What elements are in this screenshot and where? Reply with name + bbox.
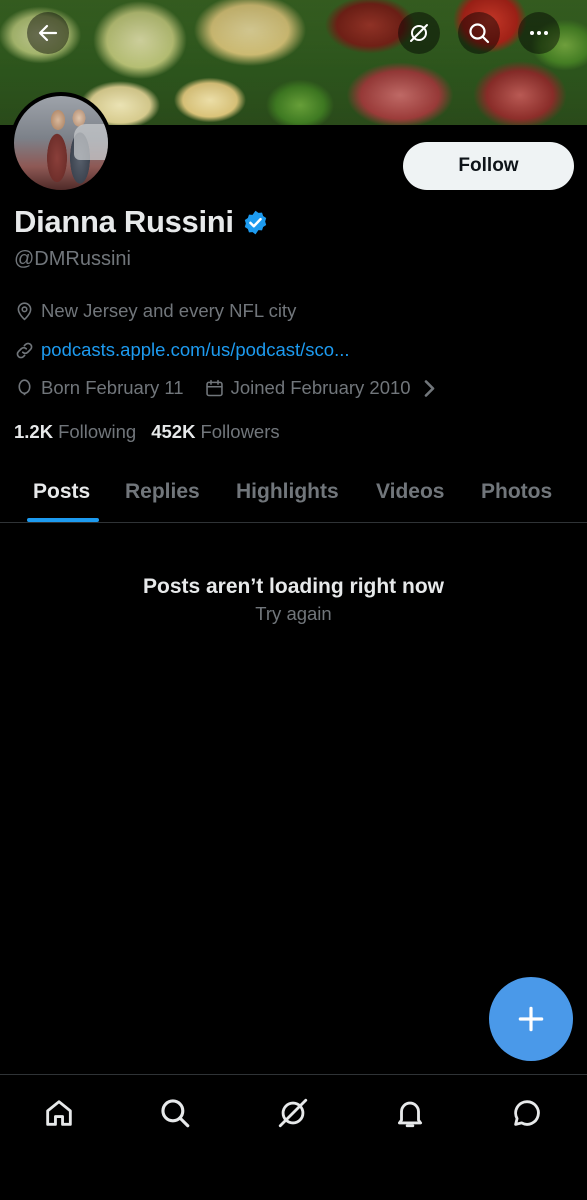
- nav-search[interactable]: [155, 1093, 195, 1133]
- grok-button[interactable]: [398, 12, 440, 54]
- verified-badge-icon[interactable]: [242, 209, 269, 236]
- born-text: Born February 11: [41, 377, 184, 398]
- more-icon: [530, 31, 548, 35]
- tab-highlights[interactable]: Highlights: [236, 460, 339, 523]
- tab-replies[interactable]: Replies: [125, 460, 200, 523]
- tab-posts[interactable]: Posts: [33, 460, 90, 523]
- followers-stat[interactable]: 452K Followers: [151, 421, 279, 443]
- followers-label: Followers: [200, 421, 280, 442]
- home-icon: [46, 1100, 72, 1126]
- back-arrow-icon: [38, 24, 58, 42]
- profile-page: Follow Dianna Russini @DMRussini New Jer…: [0, 0, 587, 1200]
- bottom-navigation: [0, 1074, 587, 1200]
- messages-icon: [514, 1100, 540, 1126]
- location-row: New Jersey and every NFL city: [14, 300, 296, 322]
- link-icon: [16, 342, 33, 358]
- profile-name-row: Dianna Russini: [14, 204, 269, 240]
- calendar-icon: [205, 379, 223, 396]
- chevron-right-icon[interactable]: [419, 378, 440, 399]
- avatar-photo-detail: [74, 124, 108, 160]
- follow-button[interactable]: Follow: [403, 142, 574, 190]
- nav-home[interactable]: [39, 1093, 79, 1133]
- tab-photos[interactable]: Photos: [481, 460, 552, 523]
- grok-icon: [278, 1098, 308, 1128]
- location-pin-icon: [17, 301, 32, 320]
- display-name: Dianna Russini: [14, 204, 234, 239]
- joined-text[interactable]: Joined February 2010: [231, 377, 411, 399]
- nav-notifications[interactable]: [390, 1093, 430, 1133]
- profile-handle: @DMRussini: [14, 248, 131, 270]
- following-count: 1.2K: [14, 421, 54, 442]
- feed-error-title: Posts aren’t loading right now: [142, 575, 444, 598]
- back-button[interactable]: [27, 12, 69, 54]
- search-icon: [161, 1099, 190, 1128]
- dates-row: Born February 11 Joined February 2010: [14, 377, 446, 399]
- avatar[interactable]: [10, 92, 112, 194]
- balloon-icon: [18, 378, 31, 395]
- try-again-link[interactable]: Try again: [0, 603, 587, 625]
- search-button[interactable]: [458, 12, 500, 54]
- grok-icon: [410, 24, 428, 42]
- following-label: Following: [58, 421, 137, 442]
- active-tab-indicator: [27, 518, 99, 522]
- website-row: podcasts.apple.com/us/podcast/sco...: [14, 339, 350, 361]
- plus-icon: [518, 1006, 544, 1032]
- notifications-icon: [397, 1101, 423, 1128]
- compose-post-button[interactable]: [489, 977, 573, 1061]
- follow-stats: 1.2K Following 452K Followers: [14, 421, 295, 443]
- website-link[interactable]: podcasts.apple.com/us/podcast/sco...: [41, 339, 350, 361]
- nav-messages[interactable]: [507, 1093, 547, 1133]
- tab-videos[interactable]: Videos: [376, 460, 444, 523]
- following-stat[interactable]: 1.2K Following: [14, 421, 136, 443]
- profile-tabs: Posts Replies Highlights Videos Photos: [0, 460, 587, 523]
- more-button[interactable]: [518, 12, 560, 54]
- followers-count: 452K: [151, 421, 196, 442]
- nav-grok[interactable]: [273, 1093, 313, 1133]
- location-text: New Jersey and every NFL city: [41, 300, 297, 321]
- search-icon: [469, 23, 490, 44]
